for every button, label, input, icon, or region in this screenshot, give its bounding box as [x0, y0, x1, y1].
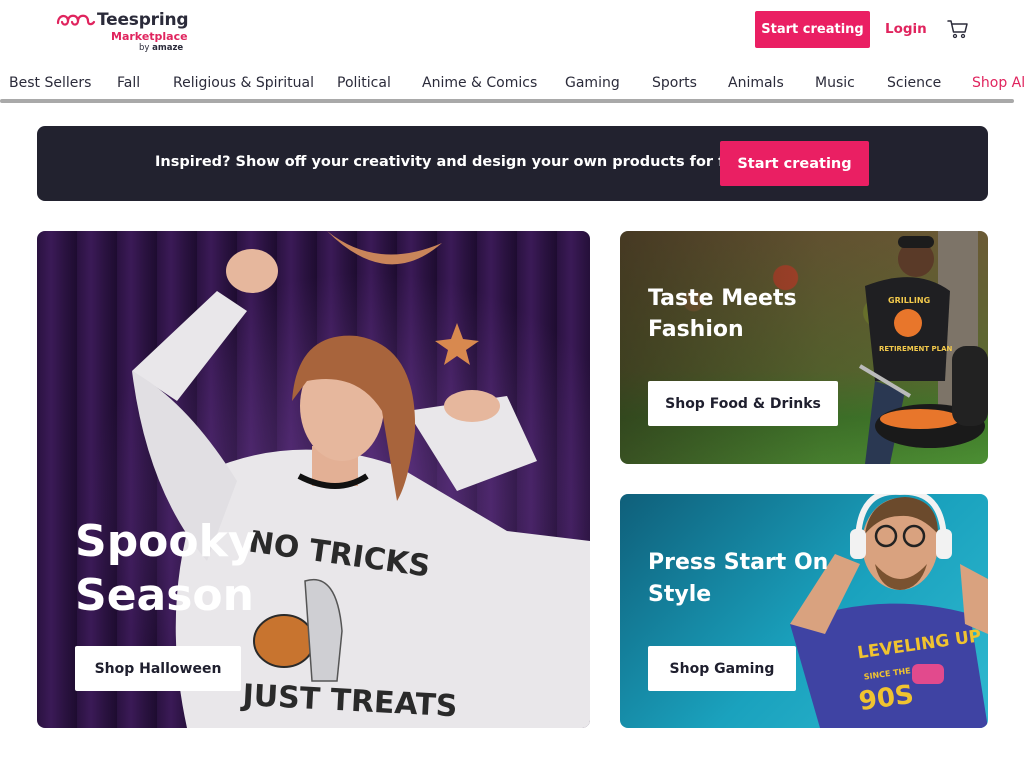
shop-halloween-button[interactable]: Shop Halloween [75, 646, 241, 691]
promo-start-creating-button[interactable]: Start creating [720, 141, 869, 186]
food-card-title: Taste Meets Fashion [648, 286, 797, 342]
category-shop-all[interactable]: Shop All [972, 75, 1024, 91]
category-sports[interactable]: Sports [652, 75, 697, 91]
logo-byline: by amaze [139, 43, 183, 53]
category-music[interactable]: Music [815, 75, 855, 91]
gaming-hero-card[interactable]: LEVELING UP SINCE THE 90S Press Start On… [620, 494, 988, 728]
teespring-logo[interactable]: Teespring Marketplace by amaze [56, 10, 189, 56]
gaming-card-title: Press Start On Style [648, 550, 829, 607]
category-political[interactable]: Political [337, 75, 391, 91]
site-header: Teespring Marketplace by amaze Start cre… [0, 0, 1024, 62]
logo-by-brand: amaze [152, 43, 184, 53]
teespring-logo-icon [56, 14, 96, 26]
promo-banner: Inspired? Show off your creativity and d… [37, 126, 988, 201]
category-best-sellers[interactable]: Best Sellers [9, 75, 91, 91]
promo-text: Inspired? Show off your creativity and d… [155, 154, 758, 170]
category-gaming[interactable]: Gaming [565, 75, 620, 91]
food-drinks-hero-card[interactable]: GRILLING RETIREMENT PLAN Taste Meets Fas… [620, 231, 988, 464]
logo-name: Teespring [97, 10, 189, 30]
category-animals[interactable]: Animals [728, 75, 784, 91]
category-fall[interactable]: Fall [117, 75, 140, 91]
grilling-shirt-bottom-text: RETIREMENT PLAN [879, 345, 953, 353]
category-religious-spiritual[interactable]: Religious & Spiritual [173, 75, 314, 91]
gaming-man-image: LEVELING UP SINCE THE 90S [790, 494, 988, 728]
login-link[interactable]: Login [885, 21, 927, 37]
category-science[interactable]: Science [887, 75, 941, 91]
category-nav-scrollbar[interactable] [0, 99, 1014, 103]
start-creating-button[interactable]: Start creating [755, 11, 870, 48]
logo-by-word: by [139, 43, 150, 53]
shop-gaming-button[interactable]: Shop Gaming [648, 646, 796, 691]
halloween-hero-card[interactable]: NO TRICKS JUST TREATS Spooky Season Shop… [37, 231, 590, 728]
category-nav: Best Sellers Fall Religious & Spiritual … [0, 62, 1024, 102]
logo-subtitle: Marketplace [111, 30, 188, 43]
grilling-man-image: GRILLING RETIREMENT PLAN [858, 231, 988, 464]
cart-icon[interactable] [947, 19, 969, 39]
halloween-card-title: Spooky Season [75, 516, 257, 621]
category-anime-comics[interactable]: Anime & Comics [422, 75, 537, 91]
grilling-shirt-top-text: GRILLING [888, 296, 930, 305]
shop-food-drinks-button[interactable]: Shop Food & Drinks [648, 381, 838, 426]
